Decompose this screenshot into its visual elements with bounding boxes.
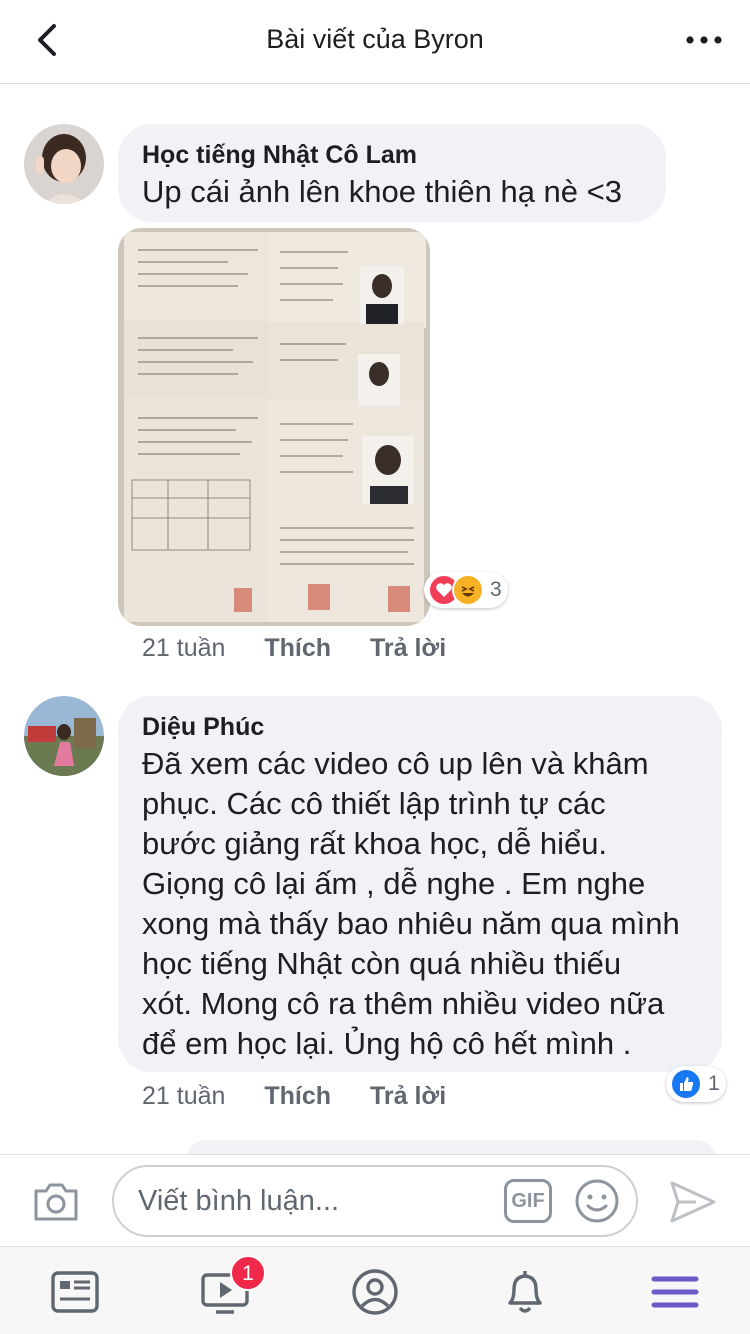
comment-bubble: Học tiếng Nhật Cô Lam Up cái ảnh lên kho… bbox=[118, 124, 666, 222]
reaction-count: 1 bbox=[708, 1072, 720, 1095]
comment-text-line: học tiếng Nhật còn quá nhiều thiếu bbox=[142, 946, 622, 981]
profile-icon[interactable] bbox=[350, 1267, 400, 1317]
like-button[interactable]: Thích bbox=[264, 1082, 331, 1110]
reaction-summary[interactable]: 1 bbox=[666, 1066, 726, 1102]
news-feed-icon[interactable] bbox=[50, 1267, 100, 1317]
comment-actions: 21 tuần Thích Trả lời bbox=[142, 1082, 478, 1111]
avatar[interactable] bbox=[24, 696, 104, 776]
comment-time[interactable]: 21 tuần bbox=[142, 634, 225, 662]
notifications-icon[interactable] bbox=[500, 1267, 550, 1317]
menu-icon[interactable] bbox=[650, 1267, 700, 1317]
reaction-count: 3 bbox=[490, 578, 502, 601]
reply-button[interactable]: Trả lời bbox=[370, 1082, 446, 1110]
comment-text: Up cái ảnh lên khoe thiên hạ nè <3 bbox=[142, 174, 623, 209]
like-icon bbox=[670, 1068, 702, 1100]
comment-text: Đã xem các video cô up lên và khâm phục.… bbox=[142, 744, 698, 1064]
comment-actions: 21 tuần Thích Trả lời bbox=[142, 634, 478, 663]
comment-text-line: xong mà thấy bao nhiêu năm qua mình bbox=[142, 906, 680, 941]
comment-time[interactable]: 21 tuần bbox=[142, 1082, 225, 1110]
reply-button[interactable]: Trả lời bbox=[370, 634, 446, 662]
page-title: Bài viết của Byron bbox=[266, 24, 484, 54]
emoji-icon[interactable] bbox=[574, 1178, 620, 1224]
comment-author[interactable]: Diệu Phúc bbox=[142, 710, 698, 744]
more-icon[interactable] bbox=[684, 24, 724, 56]
comment-text-line: để em học lại. Ủng hộ cô hết mình . bbox=[142, 1026, 632, 1061]
send-icon[interactable] bbox=[668, 1179, 718, 1225]
comment-text-line: Đã xem các video cô up lên và khâm bbox=[142, 746, 649, 781]
reaction-summary[interactable]: 3 bbox=[424, 572, 508, 608]
comment-bubble: Diệu Phúc Đã xem các video cô up lên và … bbox=[118, 696, 722, 1072]
comment-author[interactable]: Học tiếng Nhật Cô Lam bbox=[142, 138, 642, 172]
comment-text-line: bước giảng rất khoa học, dễ hiểu. bbox=[142, 826, 608, 861]
notification-badge: 1 bbox=[230, 1255, 266, 1291]
avatar[interactable] bbox=[24, 124, 104, 204]
comment-composer: Viết bình luận... GIF bbox=[0, 1154, 750, 1246]
comment-input[interactable]: Viết bình luận... GIF bbox=[112, 1165, 638, 1237]
comment-input-placeholder: Viết bình luận... bbox=[138, 1185, 340, 1217]
top-header: Bài viết của Byron bbox=[0, 0, 750, 84]
bottom-tab-bar bbox=[0, 1246, 750, 1334]
comment-text-line: Giọng cô lại ấm , dễ nghe . Em nghe bbox=[142, 866, 646, 901]
comment-text-line: xót. Mong cô ra thêm nhiều video nữa bbox=[142, 986, 665, 1021]
like-button[interactable]: Thích bbox=[264, 634, 331, 662]
gif-button[interactable]: GIF bbox=[504, 1179, 552, 1223]
comment-photo[interactable] bbox=[118, 228, 430, 626]
comment-text-line: phục. Các cô thiết lập trình tự các bbox=[142, 786, 606, 821]
camera-icon[interactable] bbox=[32, 1179, 80, 1223]
haha-icon bbox=[452, 574, 484, 606]
